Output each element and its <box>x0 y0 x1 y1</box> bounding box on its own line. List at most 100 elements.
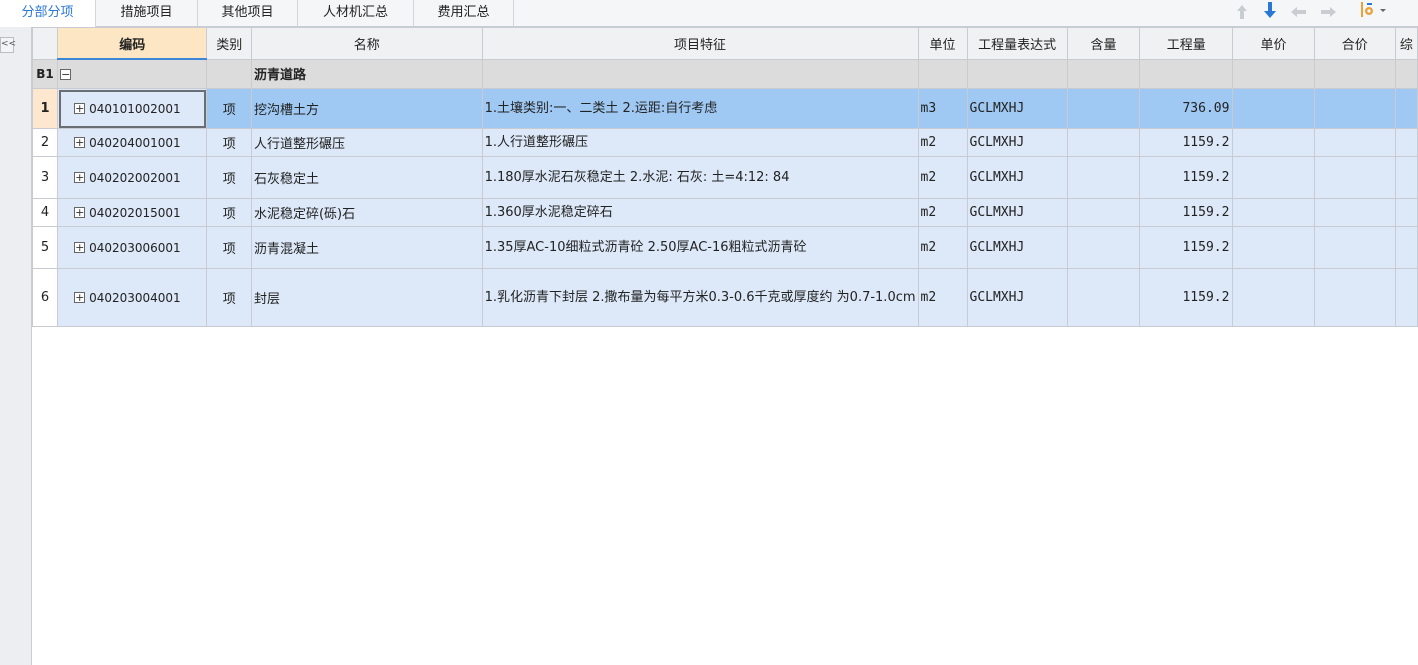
header-unit[interactable]: 单位 <box>917 27 968 60</box>
tab-rencaiji[interactable]: 人材机汇总 <box>298 0 414 26</box>
item-name[interactable]: 石灰稳定土 <box>250 156 483 199</box>
arrow-right-icon[interactable] <box>1318 2 1338 22</box>
table-row[interactable]: 6 +040203004001 项 封层 1.乳化沥青下封层 2.撒布量为每平方… <box>32 268 1418 327</box>
item-composite[interactable] <box>1394 198 1418 227</box>
settings-dropdown-icon[interactable] <box>1358 0 1394 20</box>
collapse-panel-button[interactable]: << <box>0 37 16 53</box>
item-unit-price[interactable] <box>1232 226 1315 269</box>
item-content[interactable] <box>1066 226 1141 269</box>
item-total-price[interactable] <box>1313 226 1396 269</box>
arrow-down-icon[interactable] <box>1260 0 1280 20</box>
code-cell[interactable]: +040202015001 <box>57 198 208 227</box>
header-unit-price[interactable]: 单价 <box>1232 27 1315 60</box>
item-features[interactable]: 1.人行道整形碾压 <box>481 128 919 157</box>
expand-row-icon[interactable]: + <box>74 137 86 148</box>
expand-row-icon[interactable]: + <box>74 103 86 114</box>
header-composite[interactable]: 综 <box>1394 27 1418 60</box>
table-row[interactable]: 3 +040202002001 项 石灰稳定土 1.180厚水泥石灰稳定土 2.… <box>32 156 1418 199</box>
item-composite[interactable] <box>1394 88 1418 129</box>
item-content[interactable] <box>1066 128 1141 157</box>
tab-cuoshi[interactable]: 措施项目 <box>96 0 198 26</box>
item-unit-price[interactable] <box>1232 88 1315 129</box>
table-row[interactable]: 4 +040202015001 项 水泥稳定碎(砾)石 1.360厚水泥稳定碎石… <box>32 198 1418 227</box>
item-name[interactable]: 人行道整形碾压 <box>250 128 483 157</box>
item-unit-price[interactable] <box>1232 198 1315 227</box>
item-unit[interactable]: m3 <box>917 88 968 129</box>
item-composite[interactable] <box>1394 268 1418 327</box>
item-quantity-expression[interactable]: GCLMXHJ <box>966 198 1068 227</box>
item-quantity[interactable]: 736.09 <box>1139 88 1234 129</box>
item-content[interactable] <box>1066 198 1141 227</box>
table-row[interactable]: 2 +040204001001 项 人行道整形碾压 1.人行道整形碾压 m2 G… <box>32 128 1418 157</box>
item-name[interactable]: 挖沟槽土方 <box>250 88 483 129</box>
item-unit[interactable]: m2 <box>917 268 968 327</box>
header-total-price[interactable]: 合价 <box>1313 27 1396 60</box>
item-features[interactable]: 1.360厚水泥稳定碎石 <box>481 198 919 227</box>
expand-row-icon[interactable]: + <box>74 292 86 303</box>
item-features[interactable]: 1.乳化沥青下封层 2.撒布量为每平方米0.3-0.6千克或厚度约 为0.7-1… <box>481 268 919 327</box>
item-name[interactable]: 沥青混凝土 <box>250 226 483 269</box>
item-type[interactable]: 项 <box>206 226 252 269</box>
item-quantity[interactable]: 1159.2 <box>1139 156 1234 199</box>
expand-row-icon[interactable]: + <box>74 242 86 253</box>
item-type[interactable]: 项 <box>206 268 252 327</box>
item-total-price[interactable] <box>1313 198 1396 227</box>
item-name[interactable]: 水泥稳定碎(砾)石 <box>250 198 483 227</box>
item-total-price[interactable] <box>1313 128 1396 157</box>
group-row[interactable]: B1 − 沥青道路 <box>32 58 1418 89</box>
tab-fenbufenxiang[interactable]: 分部分项 <box>0 0 96 27</box>
item-unit[interactable]: m2 <box>917 226 968 269</box>
header-type[interactable]: 类别 <box>206 27 252 60</box>
item-quantity-expression[interactable]: GCLMXHJ <box>966 226 1068 269</box>
item-features[interactable]: 1.180厚水泥石灰稳定土 2.水泥: 石灰: 土=4:12: 84 <box>481 156 919 199</box>
item-total-price[interactable] <box>1313 156 1396 199</box>
item-total-price[interactable] <box>1313 88 1396 129</box>
item-unit[interactable]: m2 <box>917 156 968 199</box>
item-unit[interactable]: m2 <box>917 128 968 157</box>
item-type[interactable]: 项 <box>206 128 252 157</box>
item-quantity[interactable]: 1159.2 <box>1139 226 1234 269</box>
item-unit-price[interactable] <box>1232 268 1315 327</box>
header-features[interactable]: 项目特征 <box>481 27 919 60</box>
tab-feiyong[interactable]: 费用汇总 <box>414 0 514 26</box>
item-quantity-expression[interactable]: GCLMXHJ <box>966 88 1068 129</box>
item-quantity-expression[interactable]: GCLMXHJ <box>966 128 1068 157</box>
table-row[interactable]: 1 +040101002001 项 挖沟槽土方 1.土壤类别:一、二类土 2.运… <box>32 88 1418 129</box>
header-quantity-expression[interactable]: 工程量表达式 <box>966 27 1068 60</box>
code-cell[interactable]: +040202002001 <box>57 156 208 199</box>
tab-qita[interactable]: 其他项目 <box>198 0 298 26</box>
item-composite[interactable] <box>1394 226 1418 269</box>
header-code[interactable]: 编码 <box>57 27 208 60</box>
item-type[interactable]: 项 <box>206 88 252 129</box>
header-quantity[interactable]: 工程量 <box>1139 27 1234 60</box>
arrow-up-icon[interactable] <box>1232 2 1252 22</box>
header-content[interactable]: 含量 <box>1066 27 1141 60</box>
code-cell[interactable]: +040101002001 <box>57 88 208 129</box>
item-quantity-expression[interactable]: GCLMXHJ <box>966 268 1068 327</box>
item-type[interactable]: 项 <box>206 156 252 199</box>
item-quantity-expression[interactable]: GCLMXHJ <box>966 156 1068 199</box>
item-quantity[interactable]: 1159.2 <box>1139 268 1234 327</box>
arrow-left-icon[interactable] <box>1289 2 1309 22</box>
item-features[interactable]: 1.35厚AC-10细粒式沥青砼 2.50厚AC-16粗粒式沥青砼 <box>481 226 919 269</box>
item-content[interactable] <box>1066 156 1141 199</box>
item-composite[interactable] <box>1394 156 1418 199</box>
collapse-group-icon[interactable]: − <box>60 68 72 80</box>
header-name[interactable]: 名称 <box>250 27 483 60</box>
item-type[interactable]: 项 <box>206 198 252 227</box>
item-composite[interactable] <box>1394 128 1418 157</box>
item-quantity[interactable]: 1159.2 <box>1139 128 1234 157</box>
item-total-price[interactable] <box>1313 268 1396 327</box>
table-row[interactable]: 5 +040203006001 项 沥青混凝土 1.35厚AC-10细粒式沥青砼… <box>32 226 1418 269</box>
expand-row-icon[interactable]: + <box>74 207 86 218</box>
expand-row-icon[interactable]: + <box>74 172 86 183</box>
code-cell[interactable]: +040204001001 <box>57 128 208 157</box>
item-name[interactable]: 封层 <box>250 268 483 327</box>
item-features[interactable]: 1.土壤类别:一、二类土 2.运距:自行考虑 <box>481 88 919 129</box>
code-cell[interactable]: +040203006001 <box>57 226 208 269</box>
item-unit-price[interactable] <box>1232 156 1315 199</box>
item-content[interactable] <box>1066 268 1141 327</box>
item-content[interactable] <box>1066 88 1141 129</box>
item-quantity[interactable]: 1159.2 <box>1139 198 1234 227</box>
code-cell[interactable]: +040203004001 <box>57 268 208 327</box>
